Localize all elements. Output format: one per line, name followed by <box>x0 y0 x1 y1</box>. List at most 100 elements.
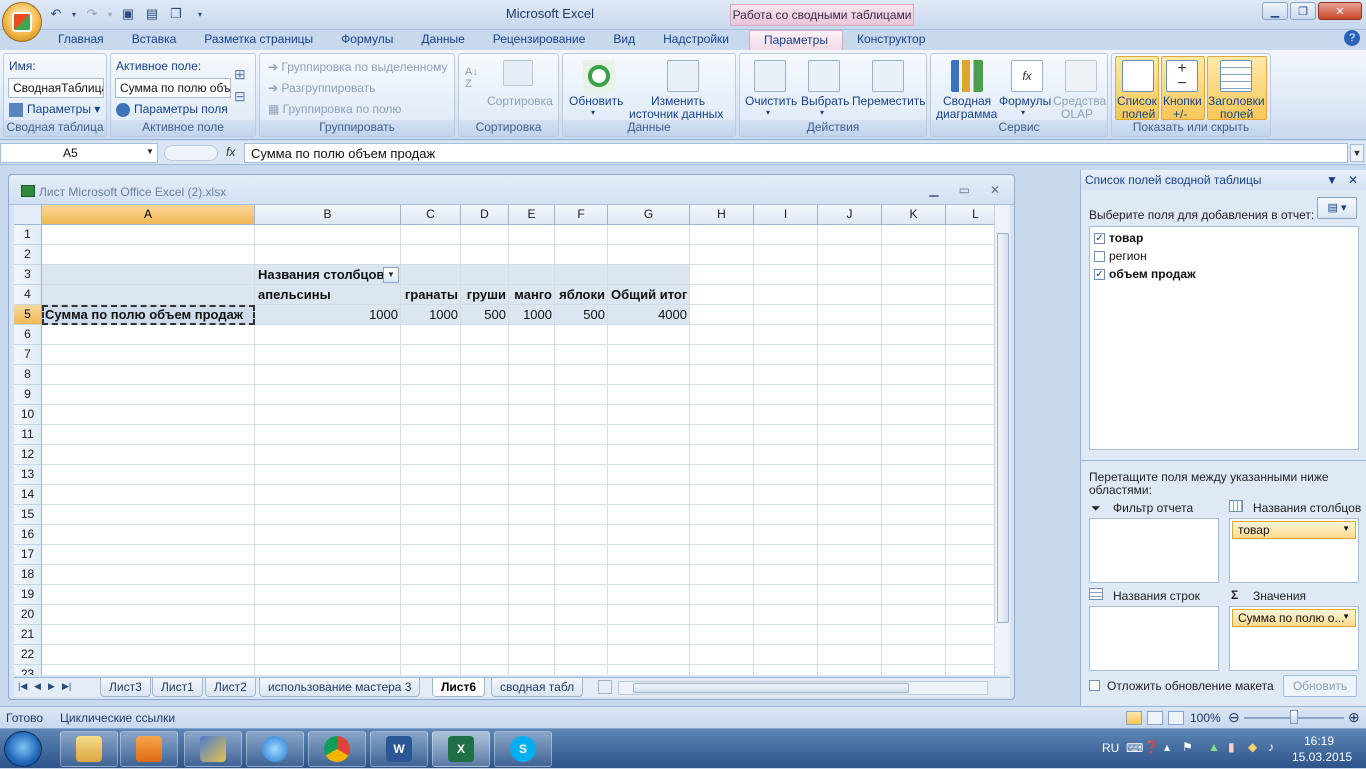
help-tray-icon[interactable]: ❓ <box>1144 740 1159 754</box>
column-header-e[interactable]: E <box>509 205 555 225</box>
language-indicator[interactable]: RU <box>1102 741 1119 755</box>
group-selection-button[interactable]: ➔ Группировка по выделенному <box>268 60 447 74</box>
refresh-button[interactable]: Обновить <box>569 94 623 108</box>
row-header-4[interactable]: 4 <box>14 285 42 305</box>
close-pane-icon[interactable]: ✕ <box>1348 173 1358 187</box>
pivot-value-cell[interactable]: 1000 <box>509 305 555 325</box>
pivot-value-cell[interactable]: 4000 <box>608 305 690 325</box>
office-button[interactable] <box>2 2 42 42</box>
sort-az-icon[interactable]: A↓ Z <box>465 66 478 90</box>
drive-icon[interactable]: ◆ <box>1248 740 1257 754</box>
ie-taskbar-button[interactable] <box>246 731 304 767</box>
pivot-chart-label-1[interactable]: Сводная <box>943 94 991 108</box>
tab-data[interactable]: Данные <box>407 30 478 50</box>
restore-icon[interactable]: ❐ <box>1290 2 1316 20</box>
row-header-17[interactable]: 17 <box>14 545 42 565</box>
sheet-tab[interactable]: использование мастера 3 <box>259 678 421 697</box>
pivot-options-button[interactable]: Параметры ▾ <box>9 102 100 117</box>
word-taskbar-button[interactable]: W <box>370 731 428 767</box>
row-header-9[interactable]: 9 <box>14 385 42 405</box>
checkbox-icon[interactable] <box>1089 680 1100 691</box>
maximize-icon[interactable]: ▭ <box>959 183 970 197</box>
minimize-icon[interactable]: ▁ <box>1262 2 1288 20</box>
expand-field-icon[interactable]: ⊞ <box>234 66 246 83</box>
row-header-21[interactable]: 21 <box>14 625 42 645</box>
pivot-chart-label-2[interactable]: диаграмма <box>936 107 997 121</box>
insert-sheet-icon[interactable] <box>598 680 612 694</box>
close-icon[interactable]: ✕ <box>990 183 1000 197</box>
select-dropdown-icon[interactable]: ▾ <box>820 108 824 117</box>
pane-menu-icon[interactable]: ▼ <box>1326 173 1338 187</box>
tab-insert[interactable]: Вставка <box>118 30 191 50</box>
column-header-l[interactable]: L <box>946 205 994 225</box>
pivot-value-cell[interactable]: 500 <box>555 305 608 325</box>
change-source-label-1[interactable]: Изменить <box>651 94 705 108</box>
defer-update-checkbox[interactable] <box>1089 680 1100 691</box>
sheet-tab[interactable]: Лист6 <box>432 678 486 697</box>
row-header-7[interactable]: 7 <box>14 345 42 365</box>
clock-date[interactable]: 15.03.2015 <box>1292 750 1352 764</box>
field-settings-button[interactable]: Параметры поля <box>116 102 228 117</box>
row-header-8[interactable]: 8 <box>14 365 42 385</box>
row-header-13[interactable]: 13 <box>14 465 42 485</box>
collapse-field-icon[interactable]: ⊟ <box>234 88 246 105</box>
group-field-button[interactable]: ▦ Группировка по полю <box>268 102 401 116</box>
active-field-input[interactable]: Сумма по полю объем продаж <box>115 78 231 98</box>
name-box[interactable]: A5 <box>0 143 158 163</box>
chrome-taskbar-button[interactable] <box>308 731 366 767</box>
layout-menu-icon[interactable]: ▤ ▾ <box>1317 197 1357 219</box>
row-header-11[interactable]: 11 <box>14 425 42 445</box>
ungroup-button[interactable]: ➔ Разгруппировать <box>268 81 375 95</box>
column-field-pill[interactable]: товар ▼ <box>1232 521 1356 539</box>
select-all-corner[interactable] <box>14 205 42 225</box>
hscroll-thumb[interactable] <box>633 683 909 693</box>
close-icon[interactable]: ✕ <box>1318 2 1362 20</box>
row-header-10[interactable]: 10 <box>14 405 42 425</box>
row-header-5[interactable]: 5 <box>14 305 42 325</box>
values-area[interactable]: Сумма по полю о... ▼ <box>1229 606 1359 671</box>
keyboard-icon[interactable]: ⌨ <box>1126 741 1143 755</box>
tab-design[interactable]: Конструктор <box>843 30 939 50</box>
column-header-k[interactable]: K <box>882 205 946 225</box>
fx-button[interactable]: fx <box>226 145 235 159</box>
row-header-20[interactable]: 20 <box>14 605 42 625</box>
column-header-b[interactable]: B <box>255 205 401 225</box>
pivot-name-input[interactable]: СводнаяТаблица1 <box>8 78 104 98</box>
normal-view-icon[interactable] <box>1126 711 1142 725</box>
flag-icon[interactable]: ⚑ <box>1182 740 1193 754</box>
row-header-22[interactable]: 22 <box>14 645 42 665</box>
formulas-dropdown-icon[interactable]: ▾ <box>1021 108 1025 117</box>
tab-review[interactable]: Рецензирование <box>479 30 600 50</box>
prev-sheet-icon[interactable]: ◀ <box>34 681 41 692</box>
sheet-tab[interactable]: сводная табл <box>491 678 584 697</box>
row-header-14[interactable]: 14 <box>14 485 42 505</box>
clear-button[interactable]: Очистить <box>745 94 797 108</box>
pill-dropdown-icon[interactable]: ▼ <box>1342 524 1350 533</box>
column-header-h[interactable]: H <box>690 205 754 225</box>
checkbox-checked-icon[interactable]: ✓ <box>1094 268 1105 280</box>
sheet-tab[interactable]: Лист3 <box>100 678 151 697</box>
skype-taskbar-button[interactable]: S <box>494 731 552 767</box>
minimize-icon[interactable]: ▁ <box>929 183 938 197</box>
explorer-taskbar-button[interactable] <box>60 731 118 767</box>
help-icon[interactable]: ? <box>1344 30 1360 46</box>
tab-home[interactable]: Главная <box>44 30 118 50</box>
row-labels-area[interactable] <box>1089 606 1219 671</box>
tab-page-layout[interactable]: Разметка страницы <box>190 30 327 50</box>
volume-icon[interactable]: ♪ <box>1268 740 1274 754</box>
sheet-tab[interactable]: Лист1 <box>152 678 203 697</box>
tools-taskbar-button[interactable] <box>184 731 242 767</box>
formulas-button[interactable]: Формулы <box>999 94 1051 108</box>
column-header-g[interactable]: G <box>608 205 690 225</box>
network-icon[interactable]: ▲ <box>1208 740 1220 754</box>
column-header-c[interactable]: C <box>401 205 461 225</box>
row-header-15[interactable]: 15 <box>14 505 42 525</box>
row-header-18[interactable]: 18 <box>14 565 42 585</box>
column-labels-area[interactable]: товар ▼ <box>1229 518 1359 583</box>
row-header-1[interactable]: 1 <box>14 225 42 245</box>
select-button[interactable]: Выбрать <box>801 94 849 108</box>
excel-taskbar-button[interactable]: X <box>432 731 490 767</box>
row-header-16[interactable]: 16 <box>14 525 42 545</box>
row-header-23[interactable]: 23 <box>14 665 42 675</box>
clock-time[interactable]: 16:19 <box>1304 734 1334 748</box>
